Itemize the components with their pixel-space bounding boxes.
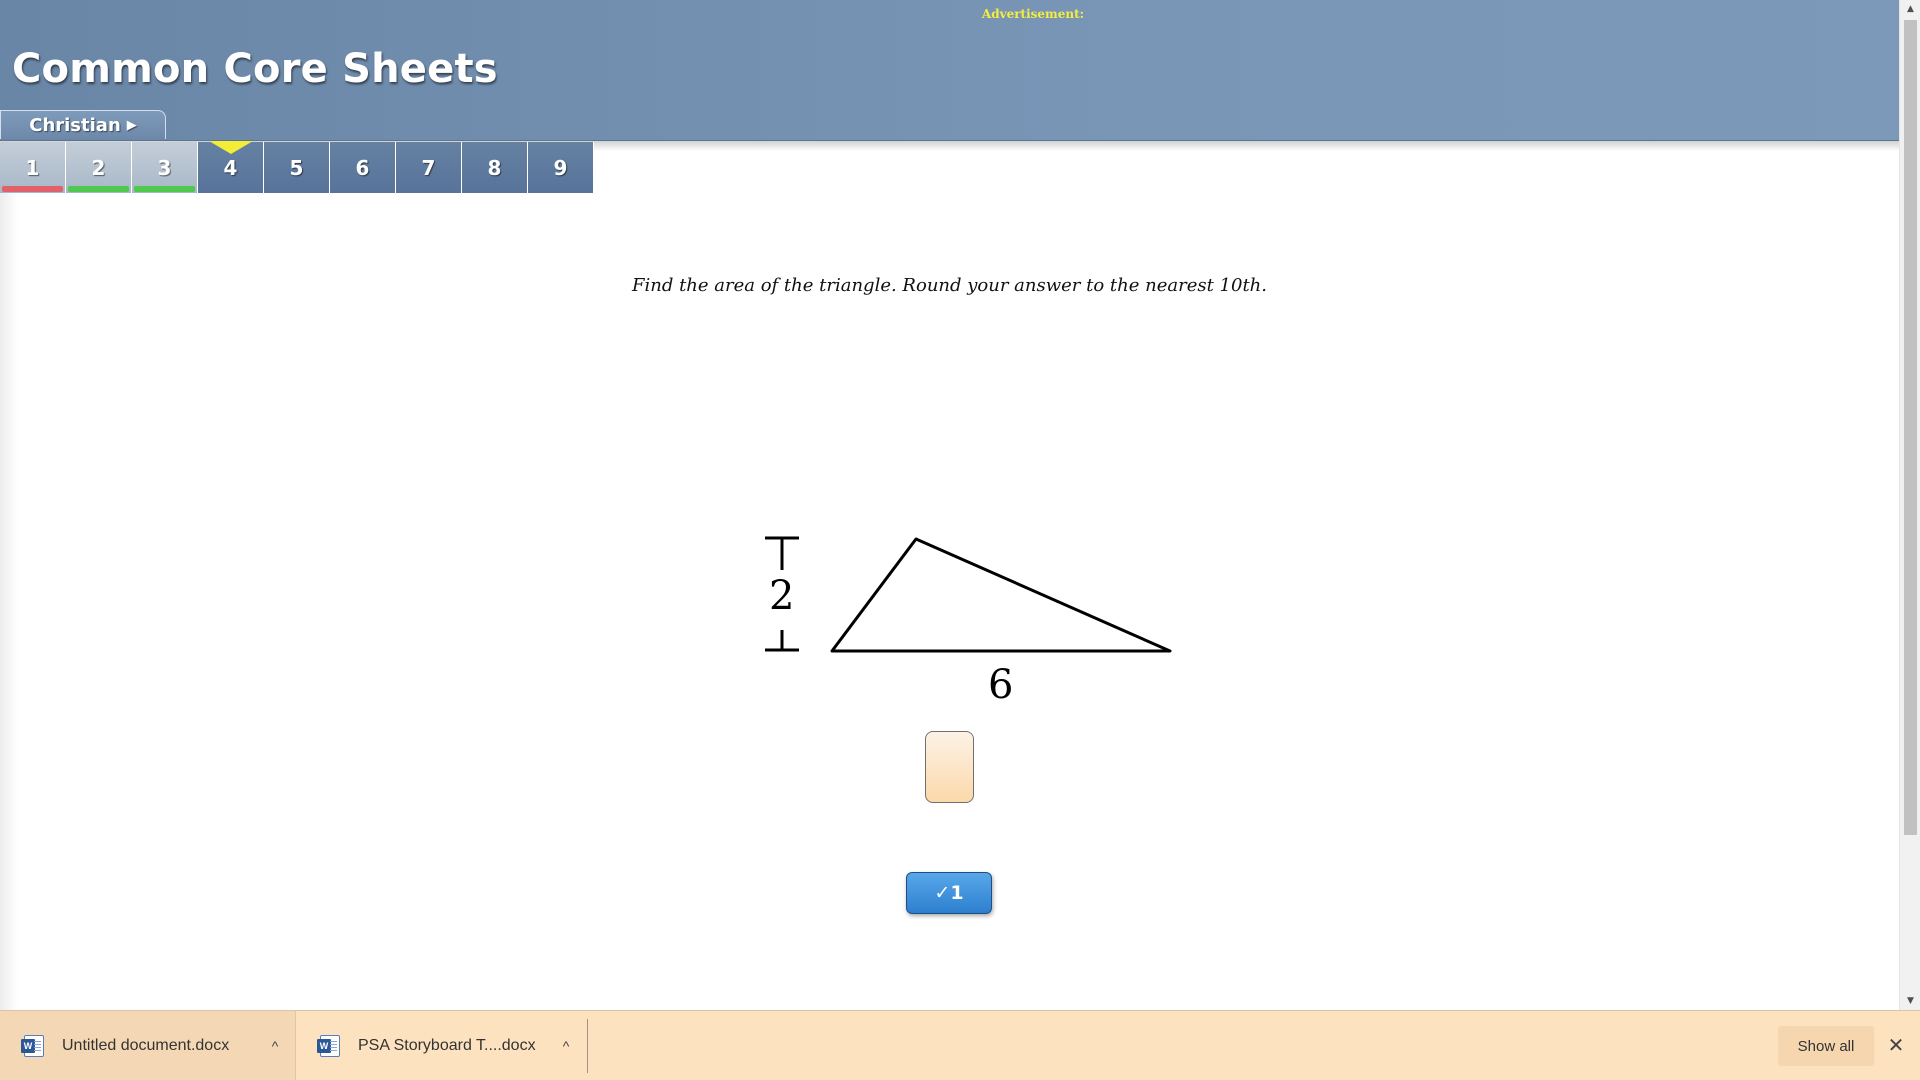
chevron-up-icon[interactable]: ^	[546, 1038, 586, 1054]
word-doc-icon	[21, 1035, 44, 1057]
download-divider	[587, 1019, 588, 1073]
site-header: Advertisement: Common Core Sheets Christ…	[0, 0, 1899, 141]
question-tab-label: 3	[157, 155, 172, 180]
question-tab-label: 2	[91, 155, 106, 180]
user-name: Christian	[29, 114, 121, 136]
question-tab-4[interactable]: 4	[198, 141, 264, 193]
show-all-button[interactable]: Show all	[1778, 1026, 1874, 1066]
chevron-up-icon[interactable]: ^	[255, 1038, 295, 1054]
result-bar-correct	[68, 186, 129, 192]
question-tab-7[interactable]: 7	[396, 142, 462, 193]
question-tab-label: 6	[355, 155, 370, 180]
page-shadow	[0, 193, 18, 1010]
vertical-scrollbar[interactable]: ▲ ▼	[1899, 0, 1920, 1010]
scroll-down-arrow-icon[interactable]: ▼	[1900, 992, 1920, 1010]
question-tab-9[interactable]: 9	[528, 142, 594, 193]
triangle-shape	[830, 537, 1172, 653]
check-answer-button[interactable]: ✓1	[906, 872, 992, 914]
question-tab-label: 9	[553, 155, 568, 180]
play-arrow-icon: ▶	[126, 117, 137, 133]
scroll-up-arrow-icon[interactable]: ▲	[1900, 0, 1920, 18]
question-tab-label: 8	[487, 155, 502, 180]
question-tab-3[interactable]: 3	[132, 142, 198, 193]
question-tab-label: 1	[25, 155, 40, 180]
current-question-marker-icon	[208, 141, 253, 154]
download-item[interactable]: PSA Storyboard T....docx ^	[296, 1011, 586, 1080]
question-prompt: Find the area of the triangle. Round you…	[631, 275, 1267, 296]
question-tab-6[interactable]: 6	[330, 142, 396, 193]
result-bar-incorrect	[2, 186, 63, 192]
word-doc-icon	[317, 1035, 340, 1057]
download-file-name: Untitled document.docx	[62, 1037, 230, 1054]
question-tab-8[interactable]: 8	[462, 142, 528, 193]
download-bar: Untitled document.docx ^ PSA Storyboard …	[0, 1010, 1920, 1080]
question-tab-label: 4	[223, 155, 238, 180]
base-label: 6	[988, 662, 1014, 708]
question-tab-label: 7	[421, 155, 436, 180]
height-label: 2	[769, 573, 795, 619]
triangle-figure: 2 6	[750, 525, 1180, 709]
site-title[interactable]: Common Core Sheets	[12, 46, 498, 92]
download-item[interactable]: Untitled document.docx ^	[0, 1011, 295, 1080]
answer-input[interactable]	[925, 731, 974, 803]
question-tab-2[interactable]: 2	[66, 142, 132, 193]
scrollbar-thumb[interactable]	[1904, 20, 1917, 835]
triangle-diagram	[765, 536, 1172, 653]
question-tabs: 1 2 3 4 5 6 7 8 9	[0, 141, 594, 193]
close-icon[interactable]: ✕	[1884, 1033, 1908, 1057]
result-bar-correct	[134, 186, 195, 192]
question-tab-label: 5	[289, 155, 304, 180]
question-tab-5[interactable]: 5	[264, 142, 330, 193]
question-tab-1[interactable]: 1	[0, 142, 66, 193]
download-file-name: PSA Storyboard T....docx	[358, 1037, 536, 1054]
user-menu-tab[interactable]: Christian ▶	[0, 110, 166, 139]
advertisement-label: Advertisement:	[981, 7, 1085, 21]
